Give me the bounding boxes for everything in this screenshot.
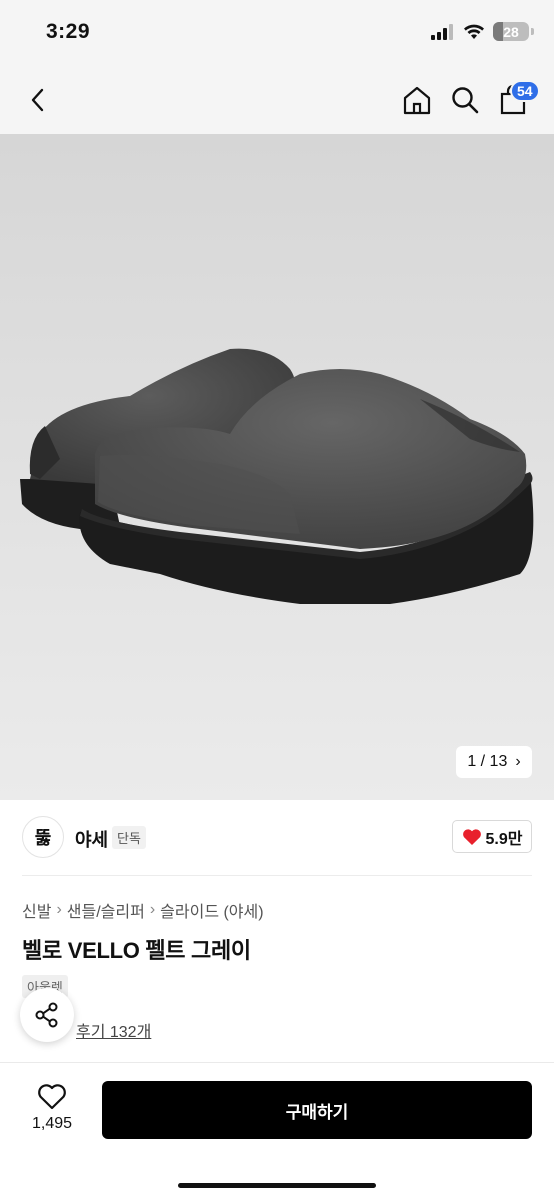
share-button[interactable]	[20, 988, 74, 1042]
cart-count-badge: 54	[510, 80, 540, 102]
divider	[22, 875, 532, 876]
signal-icon	[431, 23, 453, 40]
heart-filled-icon	[462, 828, 481, 845]
battery-fill	[493, 22, 504, 41]
wishlist-count: 1,495	[31, 1115, 73, 1132]
battery-level: 28	[503, 23, 519, 40]
pager-count: 1 / 13	[467, 753, 508, 770]
search-button[interactable]	[447, 82, 483, 118]
search-icon	[452, 87, 479, 114]
breadcrumb-item[interactable]: 슬라이드 (야세)	[160, 898, 263, 922]
home-button[interactable]	[399, 82, 435, 118]
buy-button[interactable]: 구매하기	[102, 1081, 532, 1139]
status-time: 3:29	[46, 20, 91, 43]
home-indicator	[178, 1183, 376, 1188]
image-pager-button[interactable]: 1 / 13 ›	[456, 746, 532, 778]
chevron-right-icon: ›	[515, 753, 521, 770]
chevron-left-icon	[31, 88, 44, 112]
top-nav	[0, 66, 554, 134]
brand-name[interactable]: 야세	[75, 826, 108, 852]
back-button[interactable]	[20, 82, 56, 118]
brand-like-button[interactable]: 5.9만	[452, 820, 532, 853]
product-photo-slides	[20, 348, 534, 604]
battery-icon: 28	[493, 22, 529, 41]
bottom-action-bar: 1,495 구매하기	[0, 1062, 554, 1200]
seller-row: 뚫 야세 단독 5.9만	[0, 800, 554, 876]
product-title: 벨로 VELLO 펠트 그레이	[22, 938, 251, 963]
breadcrumb-item[interactable]: 신발	[22, 898, 51, 922]
chevron-right-icon: ›	[149, 901, 156, 918]
home-icon	[403, 86, 431, 115]
heart-outline-icon	[38, 1084, 66, 1110]
status-bar: 3:29 28	[0, 0, 554, 66]
breadcrumb: 신발 › 샌들/슬리퍼 › 슬라이드 (야세)	[22, 898, 264, 922]
share-icon	[35, 1002, 58, 1028]
wishlist-button[interactable]: 1,495	[22, 1083, 82, 1133]
battery-cap	[531, 28, 534, 35]
review-link[interactable]: 후기 132개	[76, 1018, 151, 1042]
brand-like-count: 5.9만	[485, 830, 523, 848]
exclusive-badge: 단독	[112, 826, 146, 849]
product-image[interactable]	[0, 134, 554, 800]
status-icons: 28	[431, 22, 534, 41]
chevron-right-icon: ›	[56, 901, 62, 918]
wifi-icon	[464, 24, 484, 39]
breadcrumb-item[interactable]: 샌들/슬리퍼	[67, 898, 145, 922]
brand-logo[interactable]: 뚫	[22, 816, 64, 858]
